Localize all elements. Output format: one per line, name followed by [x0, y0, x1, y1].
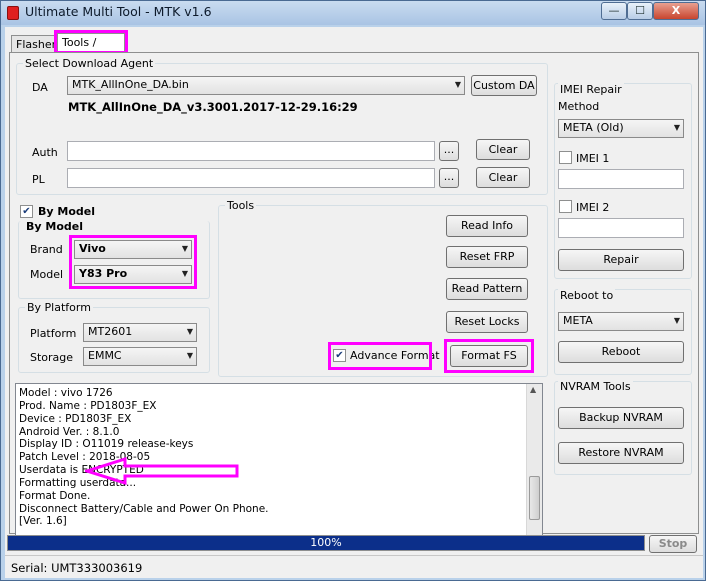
- serial-number: Serial: UMT333003619: [11, 561, 143, 575]
- method-label: Method: [558, 100, 600, 113]
- auth-clear-button[interactable]: Clear: [476, 139, 530, 160]
- custom-da-button[interactable]: Custom DA: [471, 75, 537, 96]
- progress-text: 100%: [310, 536, 342, 549]
- brand-model-highlight: [69, 235, 197, 289]
- da-version: MTK_AllInOne_DA_v3.3001.2017-12-29.16:29: [68, 100, 358, 114]
- brand-label: Brand: [30, 243, 63, 256]
- nvram-legend: NVRAM Tools: [558, 380, 633, 393]
- chevron-down-icon: ▼: [186, 351, 193, 360]
- reset-frp-button[interactable]: Reset FRP: [446, 246, 528, 268]
- close-button[interactable]: X: [653, 2, 699, 20]
- scroll-up-arrow-icon[interactable]: ▲: [530, 385, 536, 394]
- imei1-input[interactable]: [558, 169, 684, 189]
- chevron-down-icon: ▼: [186, 327, 193, 336]
- log-line: Format Done.: [19, 489, 91, 502]
- by-model-checkbox-label[interactable]: By Model: [38, 205, 95, 218]
- maximize-button[interactable]: ☐: [627, 2, 653, 20]
- progress-bar: 100%: [7, 535, 645, 551]
- method-select[interactable]: META (Old) ▼: [558, 119, 684, 138]
- tab-flasher[interactable]: Flasher: [11, 35, 56, 53]
- read-pattern-button[interactable]: Read Pattern: [446, 278, 528, 300]
- restore-nvram-button[interactable]: Restore NVRAM: [558, 442, 684, 464]
- tools-legend: Tools: [227, 199, 255, 212]
- pl-clear-button[interactable]: Clear: [476, 167, 530, 188]
- app-icon: [7, 6, 19, 20]
- backup-nvram-button[interactable]: Backup NVRAM: [558, 407, 684, 429]
- title-bar[interactable]: Ultimate Multi Tool - MTK v1.6 — ☐ X: [1, 1, 705, 25]
- platform-select-value: MT2601: [88, 325, 133, 338]
- auth-browse-button[interactable]: ...: [439, 141, 459, 161]
- app-window: Ultimate Multi Tool - MTK v1.6 — ☐ X Fla…: [0, 0, 706, 581]
- imei-repair-legend: IMEI Repair: [558, 83, 624, 96]
- platform-label: Platform: [30, 327, 77, 340]
- client-area: Flasher Tools / FRP Select Download Agen…: [5, 27, 703, 578]
- advance-format-highlight: [328, 342, 432, 370]
- window-title: Ultimate Multi Tool - MTK v1.6: [25, 4, 212, 19]
- reboot-button[interactable]: Reboot: [558, 341, 684, 363]
- status-bar: Serial: UMT333003619: [5, 555, 703, 578]
- storage-select[interactable]: EMMC ▼: [83, 347, 197, 366]
- imei2-label[interactable]: IMEI 2: [576, 201, 609, 214]
- chevron-down-icon: ▼: [673, 123, 680, 132]
- da-select-value: MTK_AllInOne_DA.bin: [72, 78, 189, 91]
- read-info-button[interactable]: Read Info: [446, 215, 528, 237]
- arrow-annotation-icon: [85, 457, 239, 485]
- log-line: Prod. Name : PD1803F_EX: [19, 399, 157, 412]
- imei1-checkbox[interactable]: [559, 151, 572, 164]
- by-platform-legend: By Platform: [27, 301, 91, 314]
- reboot-select[interactable]: META ▼: [558, 312, 684, 331]
- stop-button[interactable]: Stop: [649, 535, 697, 553]
- repair-button[interactable]: Repair: [558, 249, 684, 271]
- log-line: [Ver. 1.6]: [19, 515, 67, 528]
- log-line: Disconnect Battery/Cable and Power On Ph…: [19, 502, 269, 515]
- tab-highlight: [54, 30, 128, 54]
- by-model-legend: By Model: [26, 220, 83, 233]
- log-line: Device : PD1803F_EX: [19, 412, 132, 425]
- method-select-value: META (Old): [563, 121, 624, 134]
- reset-locks-button[interactable]: Reset Locks: [446, 311, 528, 333]
- scroll-thumb[interactable]: [529, 476, 540, 520]
- imei2-input[interactable]: [558, 218, 684, 238]
- pl-browse-button[interactable]: ...: [439, 168, 459, 188]
- reboot-select-value: META: [563, 314, 593, 327]
- da-label: DA: [32, 81, 48, 94]
- chevron-down-icon: ▼: [454, 80, 461, 89]
- download-agent-legend: Select Download Agent: [25, 57, 154, 70]
- imei2-checkbox[interactable]: [559, 200, 572, 213]
- reboot-legend: Reboot to: [558, 289, 616, 302]
- pl-input[interactable]: [67, 168, 435, 188]
- chevron-down-icon: ▼: [673, 316, 680, 325]
- log-scrollbar[interactable]: ▲ ▼: [526, 384, 542, 548]
- pl-label: PL: [32, 173, 45, 186]
- storage-label: Storage: [30, 351, 74, 364]
- log-line: Android Ver. : 8.1.0: [19, 425, 120, 438]
- imei1-label[interactable]: IMEI 1: [576, 152, 609, 165]
- auth-label: Auth: [32, 146, 58, 159]
- platform-select[interactable]: MT2601 ▼: [83, 323, 197, 342]
- model-label: Model: [30, 268, 64, 281]
- log-line: Model : vivo 1726: [19, 387, 113, 399]
- minimize-button[interactable]: —: [601, 2, 627, 20]
- da-select[interactable]: MTK_AllInOne_DA.bin ▼: [67, 76, 465, 95]
- format-fs-highlight: [444, 339, 534, 373]
- log-line: Display ID : O11019 release-keys: [19, 438, 194, 451]
- storage-select-value: EMMC: [88, 349, 122, 362]
- by-model-checkbox[interactable]: ✔: [20, 205, 33, 218]
- auth-input[interactable]: [67, 141, 435, 161]
